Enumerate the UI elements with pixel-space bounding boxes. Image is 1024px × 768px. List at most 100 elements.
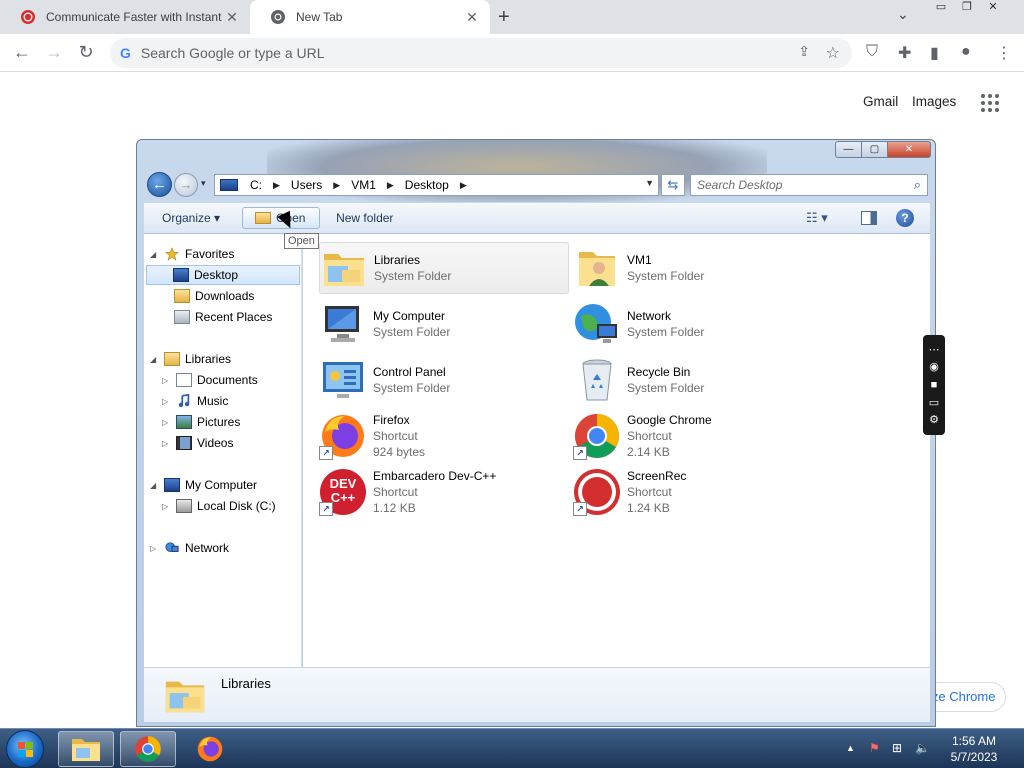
maximize-button[interactable]: ▢ [861, 141, 887, 158]
nav-item-recent-places[interactable]: Recent Places [174, 307, 272, 327]
profile-avatar-icon[interactable]: ● [961, 43, 971, 61]
nav-item-my-computer[interactable]: ◢ My Computer [150, 475, 257, 495]
user-folder-icon [579, 252, 615, 286]
side-panel-icon[interactable]: ▮ [930, 43, 939, 63]
list-item-my-computer[interactable]: My Computer System Folder [319, 298, 569, 350]
search-box[interactable]: Search Desktop ⌕ [690, 174, 928, 196]
forward-button[interactable]: → [174, 173, 198, 197]
pictures-icon [176, 415, 192, 429]
network-tray-icon[interactable]: ⊞ [892, 741, 902, 755]
close-button[interactable]: ✕ [887, 141, 931, 158]
back-button[interactable]: ← [147, 172, 172, 197]
forward-icon[interactable]: → [43, 42, 65, 63]
nav-item-favorites[interactable]: ◢ Favorites [150, 244, 234, 264]
list-item-control-panel[interactable]: Control Panel System Folder [319, 354, 569, 406]
nav-item-libraries[interactable]: ◢ Libraries [150, 349, 231, 369]
video-record-icon[interactable]: ■ [931, 379, 938, 391]
list-item-devcpp[interactable]: DEV C++ ↗ Embarcadero Dev-C++ Shortcut 1.1… [319, 466, 569, 518]
new-tab-icon[interactable]: + [498, 6, 510, 29]
organize-button[interactable]: Organize ▾ [162, 211, 220, 225]
nav-item-documents[interactable]: ▷ Documents [162, 370, 258, 390]
google-apps-icon[interactable] [981, 94, 999, 112]
tab-close-icon[interactable]: ✕ [464, 9, 480, 26]
share-icon[interactable]: ⇪ [798, 43, 810, 60]
item-name: ScreenRec [627, 469, 687, 483]
address-bar[interactable]: C: ▶ Users ▶ VM1 ▶ Desktop ▶ ▼ [214, 174, 659, 196]
address-dropdown-icon[interactable]: ▼ [645, 178, 654, 188]
images-link[interactable]: Images [912, 94, 956, 109]
nav-item-desktop[interactable]: Desktop [146, 265, 300, 285]
expand-icon[interactable]: ▷ [162, 376, 172, 385]
extensions-puzzle-icon[interactable]: ✚ [898, 43, 911, 63]
restore-icon[interactable]: ❐ [954, 0, 980, 16]
list-item-screenrec[interactable]: ↗ ScreenRec Shortcut 1.24 KB [573, 466, 823, 518]
show-hidden-icons[interactable]: ▲ [846, 743, 855, 753]
nav-item-music[interactable]: ▷ Music [162, 391, 228, 411]
breadcrumb-vm1[interactable]: VM1 [346, 178, 381, 192]
minimize-icon[interactable]: ▭ [928, 0, 954, 16]
tab-new-tab[interactable]: New Tab ✕ [250, 0, 490, 34]
recent-pages-icon[interactable]: ▾ [201, 178, 206, 189]
close-icon[interactable]: ✕ [980, 0, 1006, 16]
nav-item-pictures[interactable]: ▷ Pictures [162, 412, 240, 432]
volume-icon[interactable]: 🔈 [915, 741, 930, 755]
clock[interactable]: 1:56 AM 5/7/2023 [946, 733, 1002, 765]
nav-item-local-disk[interactable]: ▷ Local Disk (C:) [162, 496, 276, 516]
collapse-icon[interactable]: ◢ [150, 355, 160, 364]
expand-icon[interactable]: ▷ [150, 544, 160, 553]
screenshot-icon[interactable]: ▭ [929, 397, 939, 409]
help-button[interactable]: ? [896, 209, 914, 227]
breadcrumb-arrow-icon[interactable]: ▶ [381, 180, 400, 191]
refresh-button[interactable]: ⇆ [661, 174, 685, 196]
breadcrumb-arrow-icon[interactable]: ▶ [454, 180, 473, 191]
change-view-button[interactable]: ☷ ▾ [806, 210, 828, 226]
list-item-libraries[interactable]: Libraries System Folder [319, 242, 569, 294]
bookmark-star-icon[interactable]: ☆ [826, 43, 840, 63]
item-type: System Folder [374, 269, 452, 283]
expand-icon[interactable]: ▷ [162, 397, 172, 406]
settings-gear-icon[interactable]: ⚙ [929, 414, 939, 426]
action-center-flag-icon[interactable]: ⚑ [869, 741, 880, 755]
list-item-network[interactable]: Network System Folder [573, 298, 823, 350]
collapse-icon[interactable]: ◢ [150, 250, 160, 259]
preview-pane-icon[interactable] [861, 211, 877, 225]
reload-icon[interactable]: ↻ [75, 42, 97, 63]
item-type: System Folder [627, 269, 705, 283]
tab-close-icon[interactable]: ✕ [224, 9, 240, 26]
taskbar-firefox-button[interactable] [182, 731, 238, 767]
minimize-button[interactable]: — [835, 141, 861, 158]
expand-icon[interactable]: ▷ [162, 418, 172, 427]
taskbar-chrome-button[interactable] [120, 731, 176, 767]
breadcrumb-arrow-icon[interactable]: ▶ [327, 180, 346, 191]
nav-item-videos[interactable]: ▷ Videos [162, 433, 233, 453]
breadcrumb-c[interactable]: C: [245, 178, 267, 192]
grip-icon[interactable]: ⋯ [929, 344, 940, 356]
start-button[interactable] [6, 730, 44, 768]
nav-item-downloads[interactable]: Downloads [174, 286, 254, 306]
omnibox[interactable]: G Search Google or type a URL ⇪ ☆ [110, 38, 852, 68]
breadcrumb-desktop[interactable]: Desktop [400, 178, 454, 192]
expand-icon[interactable]: ▷ [162, 439, 172, 448]
tab-screenrec[interactable]: Communicate Faster with Instant ✕ [0, 0, 250, 34]
gmail-link[interactable]: Gmail [863, 94, 898, 109]
back-icon[interactable]: ← [11, 42, 33, 63]
item-type: Shortcut [373, 429, 418, 443]
collapse-icon[interactable]: ◢ [150, 481, 160, 490]
camera-icon[interactable]: ◉ [929, 361, 939, 373]
list-item-recycle-bin[interactable]: Recycle Bin System Folder [573, 354, 823, 406]
item-size: 2.14 KB [627, 445, 670, 459]
chrome-menu-icon[interactable]: ⋮ [996, 43, 1012, 63]
extension-shield-icon[interactable]: ⛉ [866, 43, 878, 61]
command-bar: Organize ▾ Open New folder ☷ ▾ ? [144, 203, 930, 234]
shortcut-arrow-icon: ↗ [319, 502, 333, 516]
breadcrumb-users[interactable]: Users [286, 178, 327, 192]
breadcrumb-arrow-icon[interactable]: ▶ [267, 180, 286, 191]
taskbar-explorer-button[interactable] [58, 731, 114, 767]
list-item-google-chrome[interactable]: ↗ Google Chrome Shortcut 2.14 KB [573, 410, 823, 462]
list-item-vm1[interactable]: VM1 System Folder [573, 242, 823, 294]
nav-item-network[interactable]: ▷ Network [150, 538, 229, 558]
tab-search-icon[interactable]: ⌄ [897, 6, 909, 23]
expand-icon[interactable]: ▷ [162, 502, 172, 511]
new-folder-button[interactable]: New folder [336, 211, 393, 225]
list-item-firefox[interactable]: ↗ Firefox Shortcut 924 bytes [319, 410, 569, 462]
